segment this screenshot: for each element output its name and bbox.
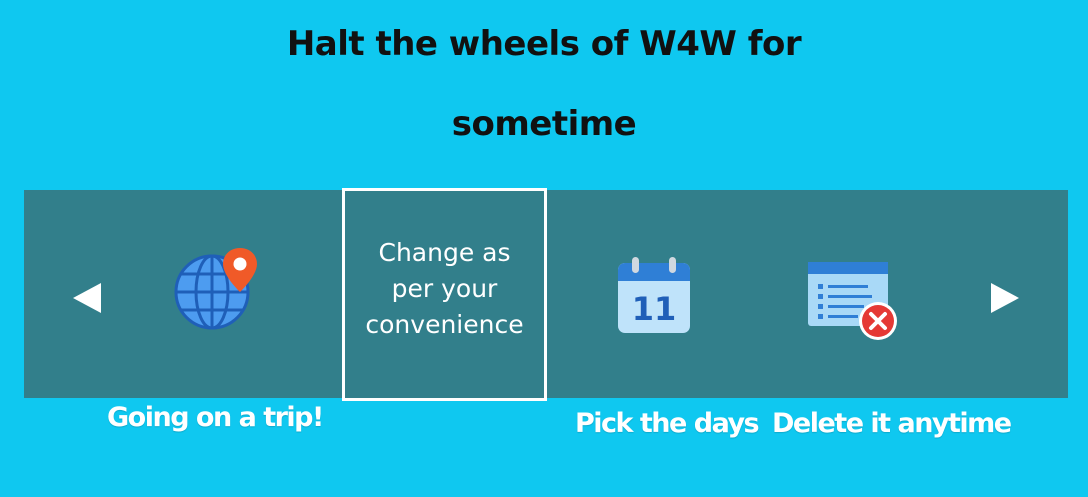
page-title-line-1: Halt the wheels of W4W for [286, 24, 802, 64]
carousel-prev-icon[interactable] [73, 283, 101, 313]
delete-label: Delete it anytime [772, 408, 1012, 439]
convenience-card[interactable]: Change as per your convenience [342, 188, 547, 401]
convenience-text: Change as per your convenience [365, 237, 524, 339]
delete-list-icon [808, 262, 897, 340]
pick-days-label: Pick the days [575, 408, 760, 439]
trip-label: Going on a trip! [107, 402, 324, 433]
carousel-next-icon[interactable] [991, 283, 1019, 313]
page-title-line-2: sometime [451, 104, 637, 144]
calendar-day-text: 11 [632, 290, 677, 328]
globe-location-icon [174, 248, 257, 330]
calendar-icon: 11 [618, 257, 690, 333]
